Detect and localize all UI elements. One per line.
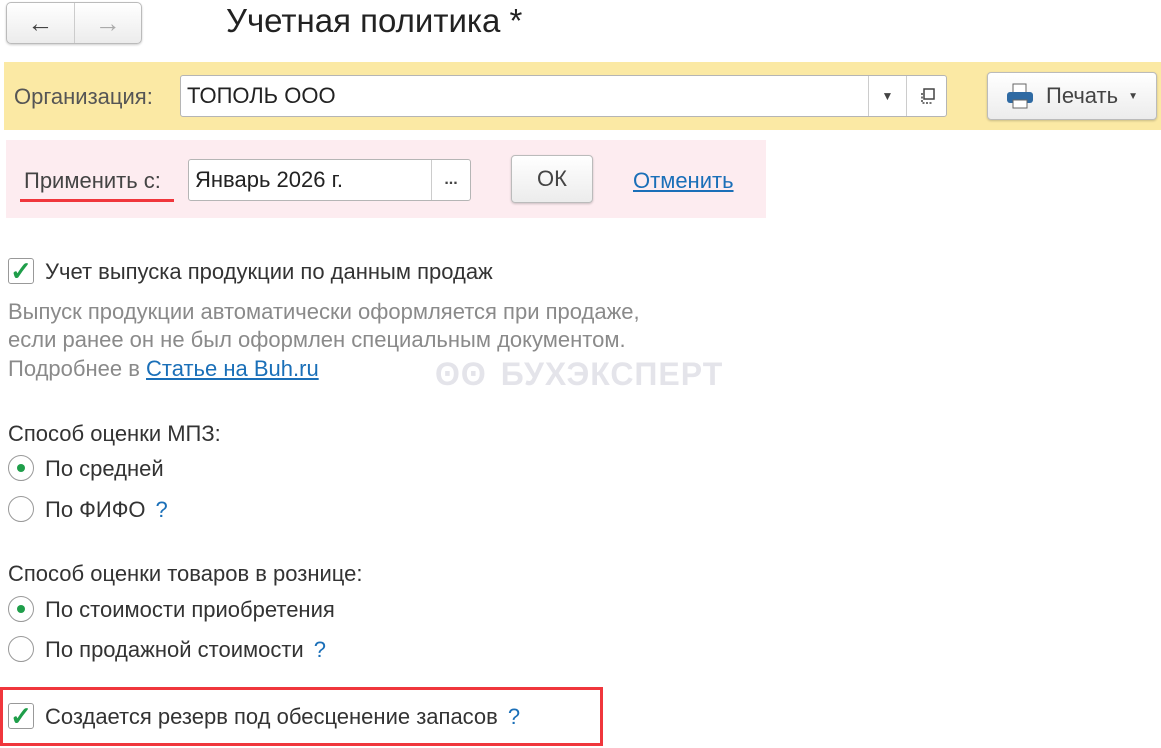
page-title: Учетная политика * <box>226 2 523 39</box>
print-button[interactable]: Печать ▼ <box>987 72 1157 120</box>
organization-label: Организация: <box>14 84 153 109</box>
chevron-down-icon: ▼ <box>1128 90 1138 102</box>
nav-buttons: ← → <box>6 2 142 44</box>
print-label: Печать <box>1046 83 1119 108</box>
help-icon[interactable]: ? <box>156 497 168 522</box>
mpz-label: Способ оценки МПЗ: <box>8 421 221 446</box>
reserve-checkbox[interactable]: ✓ <box>8 700 34 731</box>
more-prefix: Подробнее в <box>8 356 147 381</box>
cancel-link[interactable]: Отменить <box>633 168 734 194</box>
help-icon[interactable]: ? <box>508 704 520 729</box>
reserve-label: Создается резерв под обесценение запасов <box>45 704 498 729</box>
mpz-option-fifo: По ФИФО <box>45 497 146 522</box>
ok-button[interactable]: ОК <box>511 155 593 203</box>
production-checkbox[interactable]: ✓ <box>8 255 34 286</box>
mpz-option-average: По средней <box>45 456 164 481</box>
production-more: Подробнее в Статье на Buh.ru <box>8 356 319 382</box>
mpz-radio-fifo[interactable] <box>8 496 34 522</box>
forward-button[interactable]: → <box>75 3 142 43</box>
watermark: ʘʘ БУХЭКСПЕРТ <box>435 356 724 392</box>
open-button[interactable] <box>906 76 946 116</box>
checkmark-icon: ✓ <box>10 255 32 286</box>
retail-radio-sale[interactable] <box>8 636 34 662</box>
organization-field[interactable]: ТОПОЛЬ ООО ▼ <box>180 75 947 117</box>
retail-option-sale: По продажной стоимости <box>45 637 304 662</box>
apply-date-field[interactable]: Январь 2026 г. ... <box>188 159 471 201</box>
help-icon[interactable]: ? <box>314 637 326 662</box>
open-icon <box>920 88 935 104</box>
checkmark-icon: ✓ <box>10 700 32 731</box>
article-link[interactable]: Статье на Buh.ru <box>146 356 319 381</box>
printer-icon <box>1007 83 1033 109</box>
retail-radio-purchase[interactable] <box>8 596 34 622</box>
owl-icon: ʘʘ <box>435 356 487 392</box>
retail-label: Способ оценки товаров в рознице: <box>8 561 363 586</box>
back-button[interactable]: ← <box>7 3 75 43</box>
production-desc-1: Выпуск продукции автоматически оформляет… <box>8 299 640 324</box>
retail-option-purchase: По стоимости приобретения <box>45 597 335 622</box>
production-desc-2: если ранее он не был оформлен специальны… <box>8 327 626 352</box>
dropdown-button[interactable]: ▼ <box>868 76 906 116</box>
production-label: Учет выпуска продукции по данным продаж <box>45 259 493 284</box>
red-underline <box>20 199 174 202</box>
apply-date-value: Январь 2026 г. <box>195 167 344 192</box>
mpz-radio-average[interactable] <box>8 455 34 481</box>
select-period-button[interactable]: ... <box>431 160 470 200</box>
organization-value: ТОПОЛЬ ООО <box>187 83 336 108</box>
apply-label: Применить с: <box>24 168 161 193</box>
